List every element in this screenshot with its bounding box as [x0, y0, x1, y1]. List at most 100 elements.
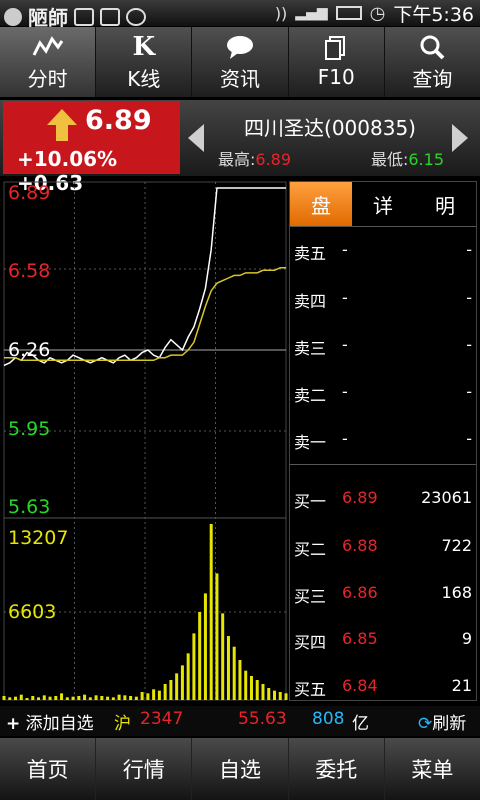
top-nav: 分时 K K线 资讯 F10 查询 [0, 27, 480, 97]
tab-book[interactable]: 盘 [290, 182, 352, 226]
user-icon [4, 7, 22, 26]
low-label: 最低: [370, 150, 409, 169]
price-tick-label: 5.95 [8, 418, 51, 440]
intraday-chart[interactable]: 6.89 6.58 6.26 5.95 5.63 13207 6603 [0, 180, 290, 705]
price-tick-label: 6.89 [8, 182, 51, 204]
tab-label: 资讯 [220, 66, 260, 91]
chart-canvas [2, 181, 288, 701]
tab-f10[interactable]: F10 [289, 27, 385, 97]
sync-icon [126, 7, 146, 26]
tab-label: 查询 [412, 66, 453, 91]
bid-row: 买一 6.89 23061 [290, 488, 476, 512]
volume-bar [106, 696, 110, 700]
refresh-icon: ⟳ [418, 714, 433, 734]
nav-watchlist[interactable]: 自选 [192, 738, 289, 800]
volume-bar [94, 695, 98, 700]
tab-kline[interactable]: K K线 [96, 27, 193, 97]
volume-bar [146, 693, 150, 700]
clock: 下午5:36 [393, 3, 474, 26]
wifi-icon: )) [274, 3, 288, 23]
volume-bar [232, 646, 236, 700]
bid-volume: 21 [451, 676, 472, 695]
bid-row: 买四 6.85 9 [290, 629, 476, 653]
volume-bar [19, 694, 23, 700]
ask-row: 卖三 - - [290, 335, 476, 359]
bid-volume: 168 [441, 583, 472, 602]
index-change: 55.63 [238, 709, 287, 729]
ask-price: - [342, 288, 348, 307]
volume-bar [198, 612, 202, 700]
volume-bar [278, 692, 282, 700]
tab-news[interactable]: 资讯 [192, 27, 289, 97]
nav-menu[interactable]: 菜单 [385, 738, 480, 800]
market-info-bar: + 添加自选 沪 2347 55.63 808 亿 ⟳刷新 [0, 706, 480, 736]
ask-volume: - [466, 288, 472, 307]
volume-bar [284, 693, 288, 700]
volume-bar [71, 696, 75, 700]
volume-bar [77, 696, 81, 700]
nav-home[interactable]: 首页 [0, 738, 97, 800]
bid-price: 6.84 [342, 676, 378, 695]
bid-price: 6.86 [342, 583, 378, 602]
tab-intraday[interactable]: 分时 [0, 27, 97, 97]
volume-bar [163, 684, 167, 700]
nav-market[interactable]: 行情 [96, 738, 193, 800]
volume-bar [238, 660, 242, 700]
refresh-label: 刷新 [432, 714, 467, 734]
tab-label: 分时 [27, 66, 68, 91]
last-price: 6.89 [85, 105, 152, 136]
up-arrow-icon [47, 109, 77, 141]
refresh-button[interactable]: ⟳刷新 [418, 709, 466, 734]
price-tick-label: 6.58 [8, 260, 51, 282]
search-icon [420, 35, 445, 59]
high-value: 6.89 [255, 150, 292, 169]
add-favorite-label: 添加自选 [25, 714, 94, 734]
volume-bar [203, 593, 207, 700]
volume-bar [100, 696, 104, 700]
image-icon [100, 7, 120, 26]
tab-search[interactable]: 查询 [385, 27, 480, 97]
volume-bar [209, 524, 213, 700]
tab-label: K线 [127, 66, 161, 91]
volume-bar [140, 692, 144, 700]
bid-volume: 722 [441, 536, 472, 555]
bid-label: 买五 [294, 680, 327, 699]
price-tick-label: 6.26 [8, 339, 51, 361]
battery-icon [335, 6, 362, 20]
volume-bar [192, 633, 196, 700]
volume-bar [255, 680, 259, 700]
ask-row: 卖四 - - [290, 288, 476, 312]
bid-volume: 9 [461, 629, 472, 648]
ask-label: 卖一 [294, 433, 327, 452]
bid-row: 买二 6.88 722 [290, 536, 476, 560]
bid-label: 买二 [294, 540, 327, 559]
volume-bar [226, 636, 230, 700]
plus-icon: + [6, 714, 21, 734]
volume-bar [111, 697, 115, 700]
nav-trade[interactable]: 委托 [289, 738, 385, 800]
volume-bar [2, 696, 6, 700]
volume-bar [117, 694, 121, 700]
book-divider [290, 464, 476, 465]
ask-volume: - [466, 240, 472, 259]
volume-bar [14, 696, 18, 700]
book-tabs: 盘 详 明 [290, 182, 476, 227]
next-stock-button[interactable] [452, 124, 468, 152]
volume-bar [186, 653, 190, 700]
tab-ticks[interactable]: 明 [414, 182, 476, 226]
ask-price: - [342, 382, 348, 401]
volume-bar [134, 696, 138, 700]
add-favorite-button[interactable]: + 添加自选 [6, 709, 94, 734]
volume-bar [175, 673, 179, 700]
bid-price: 6.89 [342, 488, 378, 507]
high-label: 最高: [218, 150, 256, 169]
ask-row: 卖五 - - [290, 240, 476, 264]
turnover-value: 808 [312, 709, 345, 729]
bid-row: 买五 6.84 21 [290, 676, 476, 700]
tab-label: F10 [317, 65, 355, 89]
bid-price: 6.85 [342, 629, 378, 648]
volume-bar [221, 613, 225, 700]
tab-detail[interactable]: 详 [352, 182, 414, 226]
alarm-icon: ◷ [369, 2, 386, 24]
volume-bar [129, 696, 133, 700]
